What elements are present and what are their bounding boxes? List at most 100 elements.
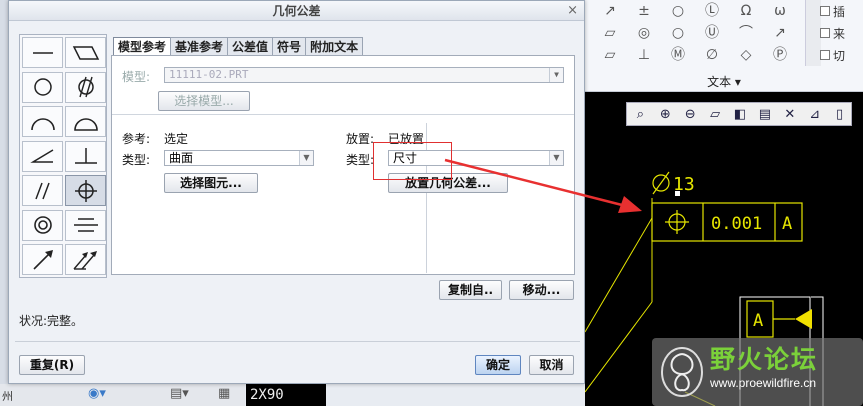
ribbon-symbol-icon[interactable]: Ⓜ [671, 44, 685, 66]
tab-strip: 模型参考 基准参考 公差值 符号 附加文本 [113, 37, 364, 57]
ribbon-symbol-icon[interactable]: Ⓛ [705, 0, 719, 22]
placement-type-label: 类型: [346, 153, 375, 167]
ribbon-symbol-icon[interactable]: ↗ [774, 22, 786, 44]
zoom-out-icon[interactable]: ⊖ [679, 104, 702, 124]
dimension-text: 2X90 [246, 384, 326, 406]
straightness-button[interactable] [22, 37, 63, 68]
bottom-toolbar: 州 ◉▾ ▤▾ ▦ [0, 384, 245, 406]
saved-views-icon[interactable]: ▤ [753, 104, 776, 124]
profile-line-icon [30, 117, 55, 130]
flatness-icon [72, 45, 99, 60]
annotation-display-icon[interactable]: ▯ [828, 104, 851, 124]
view-toolbar: ⌕ ⊕ ⊖ ▱ ◧ ▤ ✕ ⊿ ▯ [626, 102, 852, 126]
grid-icon[interactable]: ▦ [218, 386, 230, 401]
bottom-left-label: 州 [2, 390, 13, 403]
close-icon[interactable]: × [567, 1, 578, 21]
chevron-down-icon: ▼ [549, 151, 563, 165]
ribbon-symbol-icon[interactable]: ○ [672, 22, 684, 44]
drag-handle [675, 191, 680, 196]
model-value: 11111-02.PRT [169, 68, 249, 81]
symmetry-button[interactable] [65, 209, 106, 241]
ribbon-symbol-icon[interactable]: ± [638, 0, 650, 22]
angularity-icon [29, 149, 53, 163]
ribbon-side-item[interactable]: 来 [820, 22, 863, 44]
circularity-button[interactable] [22, 71, 63, 103]
datum-planes-icon[interactable]: ⊿ [803, 104, 826, 124]
total-runout-button[interactable] [65, 244, 106, 275]
select-model-button[interactable]: 选择模型... [158, 91, 250, 111]
chevron-down-icon: ▼ [299, 151, 313, 165]
model-combo[interactable]: 11111-02.PRT ▼ [164, 67, 564, 83]
ribbon-symbol-icon[interactable]: ω [774, 0, 786, 22]
watermark-url: www.proewildfire.cn [710, 376, 817, 390]
ribbon-symbol-icon[interactable]: Ⓤ [705, 22, 719, 44]
dialog-title: 几何公差 [9, 1, 584, 21]
copy-from-button[interactable]: 复制自.. [439, 280, 502, 300]
reference-type-combo[interactable]: 曲面 ▼ [164, 150, 314, 166]
select-entity-button[interactable]: 选择图元... [164, 173, 258, 193]
ribbon-symbol-icon[interactable]: Ω [741, 0, 752, 22]
ribbon-side-item[interactable]: 插 [820, 0, 863, 22]
ribbon-symbol-icon[interactable]: Ⓟ [773, 44, 787, 66]
butterfly-logo-icon [661, 347, 703, 397]
divider [15, 341, 580, 342]
ribbon-symbol-icon[interactable]: ⌒ [739, 22, 753, 44]
circularity-icon [33, 78, 52, 96]
profile-line-button[interactable] [22, 106, 63, 137]
reference-type-value: 曲面 [169, 151, 194, 165]
cancel-button[interactable]: 取消 [529, 355, 574, 375]
parallelism-button[interactable] [22, 175, 63, 206]
geometric-tolerance-dialog: 几何公差 × 模型参考 基准参考 公差值 符号 附加文本 模型: 11111-0… [8, 0, 585, 384]
ribbon-symbol-icon[interactable]: ↗ [604, 0, 616, 22]
tab-tolerance-value[interactable]: 公差值 [227, 37, 274, 56]
ribbon-symbol-icon[interactable]: ⊥ [638, 44, 650, 66]
datum-label: A [753, 311, 763, 331]
concentricity-button[interactable] [22, 209, 63, 241]
datum-display-icon[interactable]: ✕ [778, 104, 801, 124]
ribbon-symbol-icon[interactable]: ◇ [741, 44, 752, 66]
flatness-button[interactable] [65, 37, 106, 68]
position-icon [665, 210, 689, 234]
move-button[interactable]: 移动... [509, 280, 574, 300]
reset-button[interactable]: 重复(R) [19, 355, 85, 375]
angularity-button[interactable] [22, 140, 63, 172]
refit-icon[interactable]: ⌕ [629, 104, 652, 124]
status-text: 状况:完整。 [19, 314, 84, 328]
text-group-label[interactable]: 文本 ▾ [585, 70, 863, 90]
circular-runout-button[interactable] [22, 244, 63, 275]
perpendicularity-button[interactable] [65, 140, 106, 172]
chevron-down-icon: ▼ [549, 68, 563, 82]
profile-surface-button[interactable] [65, 106, 106, 137]
ribbon-side-label: 来 [833, 26, 846, 41]
symmetry-icon [73, 218, 98, 232]
tab-model-reference[interactable]: 模型参考 [113, 37, 172, 57]
ribbon-side-label: 插 [833, 4, 846, 19]
ribbon-symbol-icon[interactable]: ◎ [638, 22, 650, 44]
ribbon-symbol-icon[interactable]: ○ [672, 0, 684, 22]
tab-datum-reference[interactable]: 基准参考 [170, 37, 229, 56]
position-button[interactable] [65, 175, 106, 206]
ok-button[interactable]: 确定 [475, 355, 521, 375]
forum-watermark: 野火论坛 www.proewildfire.cn [652, 338, 863, 406]
symbol-palette [19, 34, 107, 278]
model-label: 模型: [122, 70, 151, 84]
tab-symbol[interactable]: 符号 [272, 37, 307, 56]
zoom-in-icon[interactable]: ⊕ [654, 104, 677, 124]
ribbon-scrollbar[interactable] [805, 0, 821, 66]
reference-type-label: 类型: [122, 153, 151, 167]
view-icon[interactable]: ▤▾ [170, 386, 189, 401]
shading-icon[interactable]: ◉▾ [88, 386, 106, 401]
tab-body: 模型: 11111-02.PRT ▼ 选择模型... 参考: 选定 类型: 曲面… [111, 55, 575, 275]
display-style-icon[interactable]: ◧ [729, 104, 752, 124]
repaint-icon[interactable]: ▱ [704, 104, 727, 124]
tab-additional-text[interactable]: 附加文本 [305, 37, 364, 56]
ribbon-symbol-icon[interactable]: ∅ [706, 44, 718, 66]
cad-left-strip [0, 0, 8, 406]
ribbon-symbol-icon[interactable]: ▱ [605, 22, 616, 44]
straightness-icon [32, 51, 53, 54]
ribbon-side-label: 切 [833, 48, 846, 63]
ribbon-symbol-icon[interactable]: ▱ [605, 44, 616, 66]
ribbon-side-item[interactable]: 切 [820, 44, 863, 66]
perpendicularity-icon [74, 148, 97, 164]
cylindricity-button[interactable] [65, 71, 106, 103]
